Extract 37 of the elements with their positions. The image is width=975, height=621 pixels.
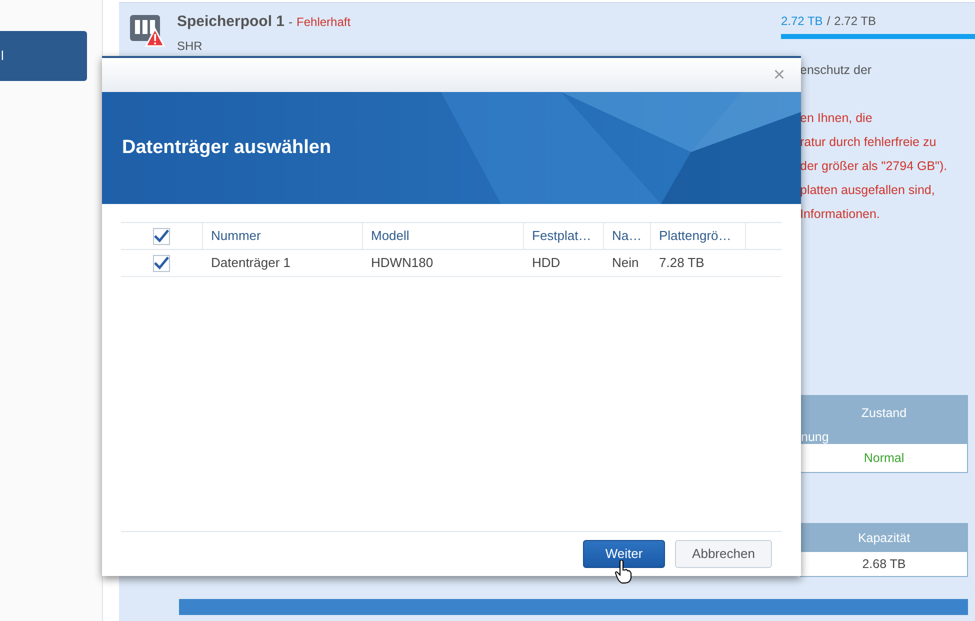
- checkbox[interactable]: [153, 254, 170, 272]
- used-capacity: 2.72 TB: [781, 13, 823, 30]
- table-cell-text: Normal: [862, 450, 906, 467]
- column-header: Kapazität: [801, 524, 967, 552]
- checkbox[interactable]: [153, 228, 170, 244]
- pool-title: Speicherpool 1: [177, 12, 285, 32]
- column-header: Zustand: [861, 405, 907, 422]
- table-cell-text: 2.68 TB: [861, 556, 907, 573]
- warning-text: ratur durch fehlerfreie zu: [800, 134, 938, 151]
- warning-text: platten ausgefallen sind,: [800, 182, 936, 199]
- column-header[interactable]: Plattengrö…: [650, 223, 745, 249]
- warning-text: der größer als "2794 GB").: [800, 158, 948, 175]
- total-capacity: 2.72 TB: [834, 13, 876, 30]
- table-cell-text: HDD: [531, 254, 562, 272]
- table-cell-text: 7.28 TB: [658, 254, 706, 272]
- column-header[interactable]: Modell: [362, 223, 523, 249]
- cancel-button[interactable]: Abbrechen: [675, 540, 772, 568]
- table-cell-text: HDWN180: [370, 254, 434, 272]
- column-header[interactable]: Nummer: [202, 223, 362, 249]
- checkmark-icon: [154, 256, 169, 270]
- column-header[interactable]: Na…: [603, 223, 650, 249]
- checkmark-icon: [154, 229, 169, 243]
- sidebar-item[interactable]: l: [0, 31, 87, 81]
- table-cell-text: Nein: [611, 254, 640, 272]
- warning-text: en Ihnen, die: [800, 110, 874, 127]
- warning-drive-icon: [129, 13, 165, 47]
- separator: /: [826, 13, 830, 30]
- separator: -: [288, 14, 293, 31]
- table-cell-text: Datenträger 1: [210, 254, 292, 272]
- info-text: enschutz der: [800, 62, 873, 79]
- pool-status: Fehlerhaft: [296, 14, 351, 31]
- next-button[interactable]: Weiter: [583, 540, 665, 568]
- column-header: nung: [801, 428, 830, 446]
- dialog-title: Datenträger auswählen: [122, 136, 332, 160]
- column-header[interactable]: Festplat…: [523, 223, 603, 249]
- raid-type: SHR: [177, 38, 204, 54]
- warning-text: Informationen.: [800, 206, 881, 223]
